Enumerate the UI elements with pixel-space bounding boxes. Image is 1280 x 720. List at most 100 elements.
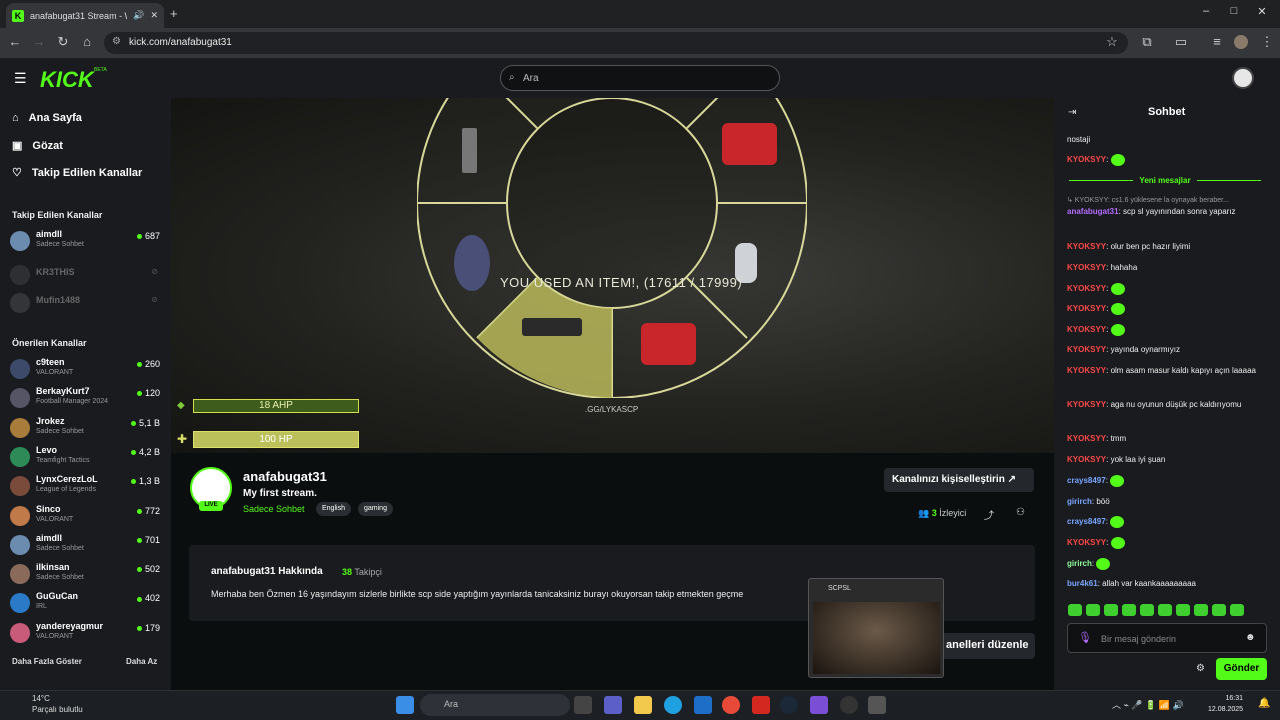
- browser-tab[interactable]: K anafabugat31 Stream - Wa 🔊 ✕: [6, 3, 164, 28]
- back-icon[interactable]: ←: [6, 34, 24, 49]
- edit-panels-button[interactable]: anelleri düzenle: [940, 633, 1035, 659]
- file-explorer-icon[interactable]: [634, 696, 652, 714]
- obs-icon[interactable]: [840, 696, 858, 714]
- chat-username[interactable]: KYOKSYY: [1067, 304, 1106, 313]
- emote-icon[interactable]: [1194, 604, 1208, 616]
- sidebar-channel-kr3this[interactable]: KR3THIS ⊘: [10, 262, 160, 289]
- share-icon[interactable]: ⤴: [984, 507, 994, 522]
- tag-gaming[interactable]: gaming: [358, 502, 393, 516]
- show-less-link[interactable]: Daha Az: [126, 657, 157, 666]
- sidebar-recommended-channel[interactable]: GuGuCan IRL 402: [10, 590, 160, 617]
- sidebar-recommended-channel[interactable]: BerkayKurt7 Football Manager 2024 120: [10, 385, 160, 412]
- sidebar-recommended-channel[interactable]: yandereyagmur VALORANT 179: [10, 620, 160, 647]
- emote-icon[interactable]: [1212, 604, 1226, 616]
- notification-icon[interactable]: 🔔: [1258, 698, 1270, 709]
- chat-username[interactable]: KYOKSYY: [1067, 242, 1106, 251]
- taskbar-search[interactable]: Ara: [420, 694, 570, 716]
- weather-widget[interactable]: 14°C Parçalı bulutlu: [8, 693, 83, 715]
- browser-menu-icon[interactable]: ⋮: [1258, 34, 1276, 50]
- tray-icons[interactable]: ︿ ⌁ 🎤 🔋 📶 🔊: [1112, 698, 1184, 711]
- bookmark-star-icon[interactable]: ☆: [1103, 34, 1121, 50]
- reading-list-icon[interactable]: ≡: [1208, 34, 1226, 49]
- user-avatar[interactable]: [1232, 67, 1254, 89]
- sidebar-recommended-channel[interactable]: Jrokez Sadece Sohbet 5,1 B: [10, 415, 160, 442]
- app-icon[interactable]: [810, 696, 828, 714]
- store-icon[interactable]: [694, 696, 712, 714]
- emote-icon[interactable]: [1158, 604, 1172, 616]
- chat-username[interactable]: KYOKSYY: [1067, 345, 1106, 354]
- sidebar-recommended-channel[interactable]: aimdll Sadece Sohbet 701: [10, 532, 160, 559]
- emote-icon[interactable]: [1140, 604, 1154, 616]
- chat-username[interactable]: KYOKSYY: [1067, 366, 1106, 375]
- kick-logo[interactable]: KICK: [40, 67, 94, 93]
- collapse-chat-icon[interactable]: ⇥: [1068, 107, 1076, 118]
- tag-english[interactable]: English: [316, 502, 351, 516]
- search-input[interactable]: Ara: [500, 65, 780, 91]
- nav-browse[interactable]: ▣ Gözat: [12, 139, 63, 153]
- chat-username[interactable]: crays8497: [1067, 476, 1106, 485]
- emote-icon[interactable]: [1122, 604, 1136, 616]
- chat-username[interactable]: KYOKSYY: [1067, 434, 1106, 443]
- tab-close-icon[interactable]: ✕: [150, 10, 158, 21]
- system-clock[interactable]: 16:31 12.08.2025: [1208, 693, 1243, 715]
- user-settings-icon[interactable]: ⚇: [1016, 507, 1025, 518]
- maximize-button[interactable]: □: [1224, 5, 1244, 23]
- edge-icon[interactable]: [664, 696, 682, 714]
- sidebar-recommended-channel[interactable]: Sinco VALORANT 772: [10, 503, 160, 530]
- chat-username[interactable]: KYOKSYY: [1067, 263, 1106, 272]
- minimize-button[interactable]: –: [1196, 5, 1216, 23]
- chat-username[interactable]: bur4k61: [1067, 579, 1098, 588]
- microphone-icon[interactable]: 🎙: [1078, 631, 1092, 644]
- show-more-link[interactable]: Daha Fazla Göster: [12, 657, 82, 666]
- task-view-icon[interactable]: [574, 696, 592, 714]
- extensions-icon[interactable]: ⧉: [1138, 34, 1156, 50]
- hamburger-menu-icon[interactable]: ☰: [14, 70, 27, 87]
- profile-avatar[interactable]: [1234, 35, 1248, 49]
- emote-icon[interactable]: [1086, 604, 1100, 616]
- channel-name: c9teen: [36, 357, 65, 367]
- channel-name[interactable]: anafabugat31: [243, 469, 327, 484]
- chat-username[interactable]: girirch: [1067, 497, 1092, 506]
- valorant-icon[interactable]: [752, 696, 770, 714]
- chat-username[interactable]: girirch: [1067, 559, 1092, 568]
- emote-icon[interactable]: [1176, 604, 1190, 616]
- teams-icon[interactable]: [604, 696, 622, 714]
- sidebar-recommended-channel[interactable]: c9teen VALORANT 260: [10, 356, 160, 383]
- chat-username[interactable]: KYOKSYY: [1067, 400, 1106, 409]
- new-tab-button[interactable]: +: [170, 6, 178, 21]
- chat-settings-icon[interactable]: ⚙: [1196, 663, 1205, 674]
- chrome-icon[interactable]: [722, 696, 740, 714]
- forward-icon[interactable]: →: [30, 34, 48, 49]
- chat-input[interactable]: Bir mesaj gönderin: [1067, 623, 1267, 653]
- chat-username[interactable]: KYOKSYY: [1067, 538, 1106, 547]
- split-view-icon[interactable]: ▭: [1172, 34, 1190, 50]
- chat-username[interactable]: KYOKSYY: [1067, 455, 1106, 464]
- sidebar-channel-mufin1488[interactable]: Mufin1488 ⊘: [10, 290, 160, 317]
- chat-username[interactable]: crays8497: [1067, 517, 1106, 526]
- scpsl-game-icon[interactable]: [868, 696, 886, 714]
- emote-icon[interactable]: [1104, 604, 1118, 616]
- customize-channel-button[interactable]: Kanalınızı kişiselleştirin ↗: [884, 468, 1034, 492]
- stream-category[interactable]: Sadece Sohbet: [243, 504, 305, 514]
- nav-home[interactable]: ⌂ Ana Sayfa: [12, 112, 82, 124]
- home-browser-icon[interactable]: ⌂: [78, 34, 96, 49]
- reload-icon[interactable]: ↻: [54, 34, 72, 50]
- chat-username[interactable]: KYOKSYY: [1067, 325, 1106, 334]
- sidebar-recommended-channel[interactable]: Levo Teamfight Tactics 4,2 B: [10, 444, 160, 471]
- site-info-icon[interactable]: ⚙: [112, 36, 121, 47]
- start-button-icon[interactable]: [396, 696, 414, 714]
- emote-icon[interactable]: [1230, 604, 1244, 616]
- url-bar[interactable]: kick.com/anafabugat31: [104, 32, 1128, 54]
- close-window-button[interactable]: ✕: [1252, 5, 1272, 23]
- chat-username[interactable]: KYOKSYY: [1067, 284, 1106, 293]
- emoji-picker-icon[interactable]: ☻: [1245, 632, 1256, 643]
- chat-username[interactable]: anafabugat31: [1067, 207, 1119, 216]
- steam-icon[interactable]: [780, 696, 798, 714]
- chat-username[interactable]: KYOKSYY: [1067, 155, 1106, 164]
- nav-following[interactable]: ♡ Takip Edilen Kanallar: [12, 166, 142, 180]
- send-button[interactable]: Gönder: [1216, 658, 1267, 680]
- sidebar-recommended-channel[interactable]: LynxCerezLoL League of Legends 1,3 B: [10, 473, 160, 500]
- sidebar-channel-aimdll[interactable]: aimdll Sadece Sohbet 687: [10, 228, 160, 255]
- sidebar-recommended-channel[interactable]: ilkinsan Sadece Sohbet 502: [10, 561, 160, 588]
- emote-icon[interactable]: [1068, 604, 1082, 616]
